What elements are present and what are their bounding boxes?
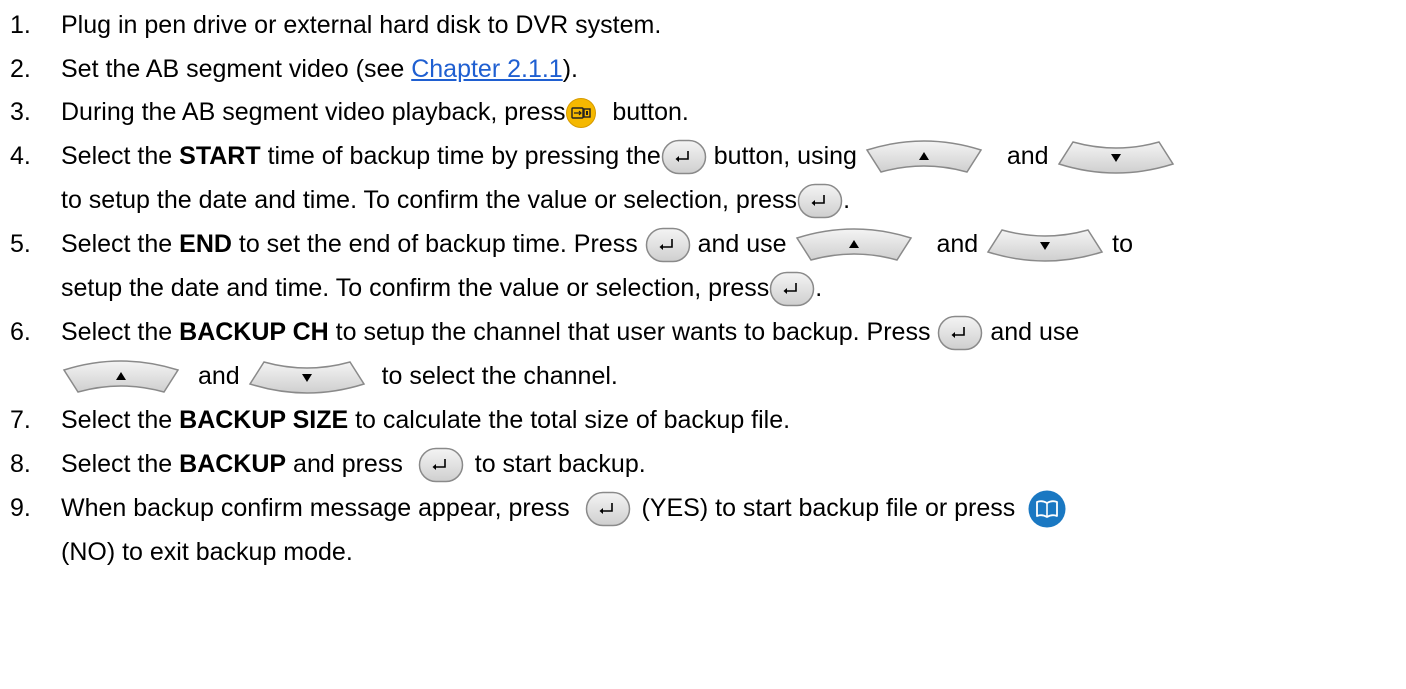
enter-button-icon [797,183,843,219]
step-1: 1. Plug in pen drive or external hard dis… [10,5,661,45]
up-arrow-button-icon [61,360,181,394]
step-text: to set the end of backup time. Press [231,230,638,258]
step-text: ). [562,55,578,83]
step-text: and use [990,318,1080,346]
step-text: . [815,274,823,302]
step-number: 6. [10,318,31,346]
step-keyword: END [179,230,232,258]
usb-backup-button-icon [565,98,597,129]
step-4-continued: to setup the date and time. To confirm t… [61,180,850,220]
step-text: button, using [713,142,857,170]
step-text: time of backup time by pressing the [260,142,661,170]
step-number: 2. [10,55,31,83]
enter-button-icon [418,447,464,483]
step-number: 7. [10,406,31,434]
step-8: 8. Select the BACKUP and press to start b… [10,444,646,484]
step-3: 3. During the AB segment video playback, … [10,92,689,132]
step-5: 5. Select the END to set the end of backu… [10,224,1133,264]
step-5-continued: setup the date and time. To confirm the … [61,268,822,308]
step-text: When backup confirm message appear, pres… [61,494,570,522]
step-text: Set the AB segment video (see [61,55,412,83]
step-text: Select the [61,230,180,258]
step-text: to select the channel. [381,362,618,390]
enter-button-icon [661,139,707,175]
step-text: . [843,186,851,214]
down-arrow-button-icon [247,360,367,394]
step-text: and [197,362,240,390]
step-number: 5. [10,230,31,258]
enter-button-icon [769,271,815,307]
step-number: 1. [10,11,31,39]
step-number: 4. [10,142,31,170]
step-9: 9. When backup confirm message appear, pr… [10,488,1066,528]
chapter-link[interactable]: Chapter 2.1.1 [411,55,563,83]
step-text: (YES) to start backup file or press [641,494,1016,522]
enter-button-icon [645,227,691,263]
step-number: 3. [10,98,31,126]
step-text: Select the [61,318,180,346]
step-6: 6. Select the BACKUP CH to setup the chan… [10,312,1079,352]
step-text: and [936,230,979,258]
enter-button-icon [937,315,983,351]
step-7: 7. Select the BACKUP SIZE to calculate th… [10,400,790,440]
up-arrow-button-icon [864,140,984,174]
step-text: setup the date and time. To confirm the … [61,274,770,302]
step-9-continued: (NO) to exit backup mode. [61,532,353,572]
enter-button-icon [585,491,631,527]
step-text: During the AB segment video playback, pr… [61,98,566,126]
book-button-icon [1028,490,1066,528]
step-keyword: BACKUP [179,450,287,478]
step-text: and [1006,142,1049,170]
step-number: 9. [10,494,31,522]
step-text: to start backup. [474,450,646,478]
step-text: to [1112,230,1133,258]
step-keyword: BACKUP SIZE [179,406,349,434]
step-2: 2. Set the AB segment video (see Chapter … [10,49,578,89]
step-text: Select the [61,450,180,478]
step-text: Plug in pen drive or external hard disk … [61,11,662,39]
up-arrow-button-icon [794,228,914,262]
step-text: and use [697,230,787,258]
step-number: 8. [10,450,31,478]
step-4: 4. Select the START time of backup time b… [10,136,1176,176]
step-text: and press [286,450,403,478]
step-6-continued: and to select the channel. [61,356,618,396]
step-text: (NO) to exit backup mode. [61,538,353,566]
step-text: Select the [61,142,180,170]
step-text: to setup the channel that user wants to … [328,318,931,346]
down-arrow-button-icon [985,228,1105,262]
step-keyword: START [179,142,261,170]
down-arrow-button-icon [1056,140,1176,174]
step-text: button. [612,98,689,126]
step-text: to calculate the total size of backup fi… [348,406,791,434]
step-text: to setup the date and time. To confirm t… [61,186,798,214]
step-text: Select the [61,406,180,434]
step-keyword: BACKUP CH [179,318,329,346]
